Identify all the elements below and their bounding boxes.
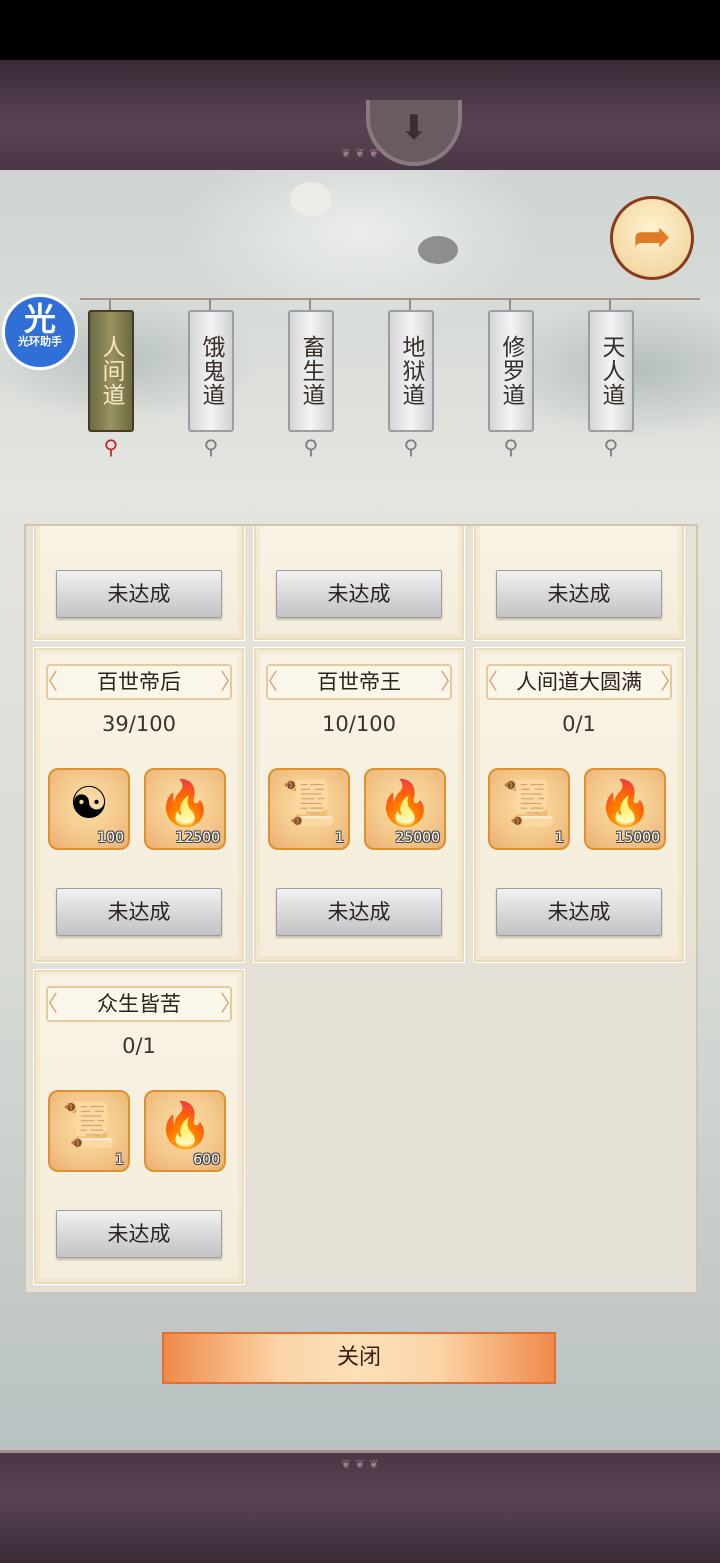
tab-hook bbox=[109, 298, 111, 310]
tab-label: 地狱道 bbox=[398, 335, 424, 407]
tassel-icon: ⚲ bbox=[403, 435, 419, 459]
top-frame: ⬇ ❦ ❦ ❦ bbox=[0, 60, 720, 173]
tab-plate: 畜生道 bbox=[288, 310, 334, 432]
tab-label: 畜生道 bbox=[298, 335, 324, 407]
tab-eguidao[interactable]: 饿鬼道 ⚲ bbox=[188, 298, 234, 459]
tab-hook bbox=[409, 298, 411, 310]
tab-plate: 天人道 bbox=[588, 310, 634, 432]
card-title-frame: 百世帝王 bbox=[256, 664, 462, 700]
spirit-flame-icon: 🔥 bbox=[377, 778, 433, 829]
tab-tianrendao[interactable]: 天人道 ⚲ bbox=[588, 298, 634, 459]
tab-rope bbox=[80, 298, 700, 300]
reward-qty: 1 bbox=[115, 1152, 124, 1168]
status-button[interactable]: 未达成 bbox=[56, 570, 222, 618]
reward-qty: 25000 bbox=[395, 830, 440, 846]
tab-label: 天人道 bbox=[598, 335, 624, 407]
tab-renjiandao[interactable]: 人间道 ⚲ bbox=[88, 298, 134, 459]
tab-xiuluodao[interactable]: 修罗道 ⚲ bbox=[488, 298, 534, 459]
tab-chushengdao[interactable]: 畜生道 ⚲ bbox=[288, 298, 334, 459]
reward-slot[interactable]: 🔥 600 bbox=[144, 1090, 226, 1172]
reward-qty: 600 bbox=[193, 1152, 220, 1168]
tab-hook bbox=[509, 298, 511, 310]
achievement-card: 百世帝后 39/100 ☯ 100 🔥 12500 未达成 bbox=[33, 647, 245, 963]
tassel-icon: ⚲ bbox=[503, 435, 519, 459]
tab-plate: 地狱道 bbox=[388, 310, 434, 432]
helper-badge[interactable]: 光 光环助手 bbox=[2, 294, 78, 370]
tassel-icon: ⚲ bbox=[303, 435, 319, 459]
tassel-icon: ⚲ bbox=[603, 435, 619, 459]
scroll-book-icon: 📜 bbox=[61, 1100, 117, 1151]
achievement-card: 百世帝王 10/100 📜 1 🔥 25000 未达成 bbox=[253, 647, 465, 963]
tab-label: 修罗道 bbox=[498, 335, 524, 407]
back-arrow-icon: ➦ bbox=[632, 209, 672, 263]
card-title-frame: 百世帝后 bbox=[36, 664, 242, 700]
spirit-flame-icon: 🔥 bbox=[597, 778, 653, 829]
tab-hook bbox=[209, 298, 211, 310]
close-button[interactable]: 关闭 bbox=[162, 1332, 556, 1384]
reward-slot[interactable]: 🔥 12500 bbox=[144, 768, 226, 850]
card-title: 众生皆苦 bbox=[97, 992, 181, 1016]
status-button[interactable]: 未达成 bbox=[496, 888, 662, 936]
card-title: 百世帝后 bbox=[97, 670, 181, 694]
card-title: 人间道大圆满 bbox=[516, 670, 642, 694]
card-progress: 0/1 bbox=[562, 712, 596, 736]
reward-slot[interactable]: ☯ 100 bbox=[48, 768, 130, 850]
reward-slot[interactable]: 🔥 25000 bbox=[364, 768, 446, 850]
achievement-card: 未达成 bbox=[473, 526, 685, 641]
helper-caption: 光环助手 bbox=[18, 335, 62, 348]
tab-plate: 饿鬼道 bbox=[188, 310, 234, 432]
tassel-icon: ⚲ bbox=[103, 435, 119, 459]
achievement-card: 未达成 bbox=[33, 526, 245, 641]
bottom-frame: ❦ ❦ ❦ bbox=[0, 1450, 720, 1563]
tab-plate: 修罗道 bbox=[488, 310, 534, 432]
spirit-flame-icon: 🔥 bbox=[157, 778, 213, 829]
reward-slot[interactable]: 📜 1 bbox=[488, 768, 570, 850]
mist-disc bbox=[290, 182, 332, 216]
status-button[interactable]: 未达成 bbox=[276, 888, 442, 936]
reward-qty: 1 bbox=[335, 830, 344, 846]
achievement-panel[interactable]: 未达成 未达成 未达成 百世帝后 39/100 ☯ 100 🔥 12500 未达… bbox=[24, 524, 698, 1294]
card-progress: 10/100 bbox=[322, 712, 396, 736]
reward-slot[interactable]: 📜 1 bbox=[48, 1090, 130, 1172]
scroll-book-icon: 📜 bbox=[281, 778, 337, 829]
achievement-card: 人间道大圆满 0/1 📜 1 🔥 15000 未达成 bbox=[473, 647, 685, 963]
tab-plate: 人间道 bbox=[88, 310, 134, 432]
status-bar bbox=[0, 0, 720, 60]
reward-qty: 100 bbox=[97, 830, 124, 846]
frame-ornament: ❦ ❦ ❦ bbox=[341, 146, 379, 160]
reward-slot[interactable]: 📜 1 bbox=[268, 768, 350, 850]
back-button[interactable]: ➦ bbox=[610, 196, 694, 280]
status-button[interactable]: 未达成 bbox=[56, 1210, 222, 1258]
reward-qty: 15000 bbox=[615, 830, 660, 846]
reward-qty: 1 bbox=[555, 830, 564, 846]
tassel-icon: ⚲ bbox=[203, 435, 219, 459]
card-progress: 0/1 bbox=[122, 1034, 156, 1058]
reward-qty: 12500 bbox=[175, 830, 220, 846]
card-title-frame: 众生皆苦 bbox=[36, 986, 242, 1022]
down-arrow-icon: ⬇ bbox=[399, 108, 429, 148]
frame-ornament: ❦ ❦ ❦ bbox=[341, 1457, 379, 1471]
tab-hook bbox=[309, 298, 311, 310]
taiji-compass-icon: ☯ bbox=[69, 778, 109, 829]
card-title: 百世帝王 bbox=[317, 670, 401, 694]
tab-label: 饿鬼道 bbox=[198, 335, 224, 407]
achievement-card: 众生皆苦 0/1 📜 1 🔥 600 未达成 bbox=[33, 969, 245, 1285]
mist-disc bbox=[418, 236, 458, 264]
status-button[interactable]: 未达成 bbox=[496, 570, 662, 618]
status-button[interactable]: 未达成 bbox=[56, 888, 222, 936]
card-title-frame: 人间道大圆满 bbox=[476, 664, 682, 700]
tab-diyudao[interactable]: 地狱道 ⚲ bbox=[388, 298, 434, 459]
reward-slot[interactable]: 🔥 15000 bbox=[584, 768, 666, 850]
status-button[interactable]: 未达成 bbox=[276, 570, 442, 618]
achievement-card: 未达成 bbox=[253, 526, 465, 641]
tab-hook bbox=[609, 298, 611, 310]
tab-label: 人间道 bbox=[98, 335, 124, 407]
scroll-book-icon: 📜 bbox=[501, 778, 557, 829]
spirit-flame-icon: 🔥 bbox=[157, 1100, 213, 1151]
card-progress: 39/100 bbox=[102, 712, 176, 736]
